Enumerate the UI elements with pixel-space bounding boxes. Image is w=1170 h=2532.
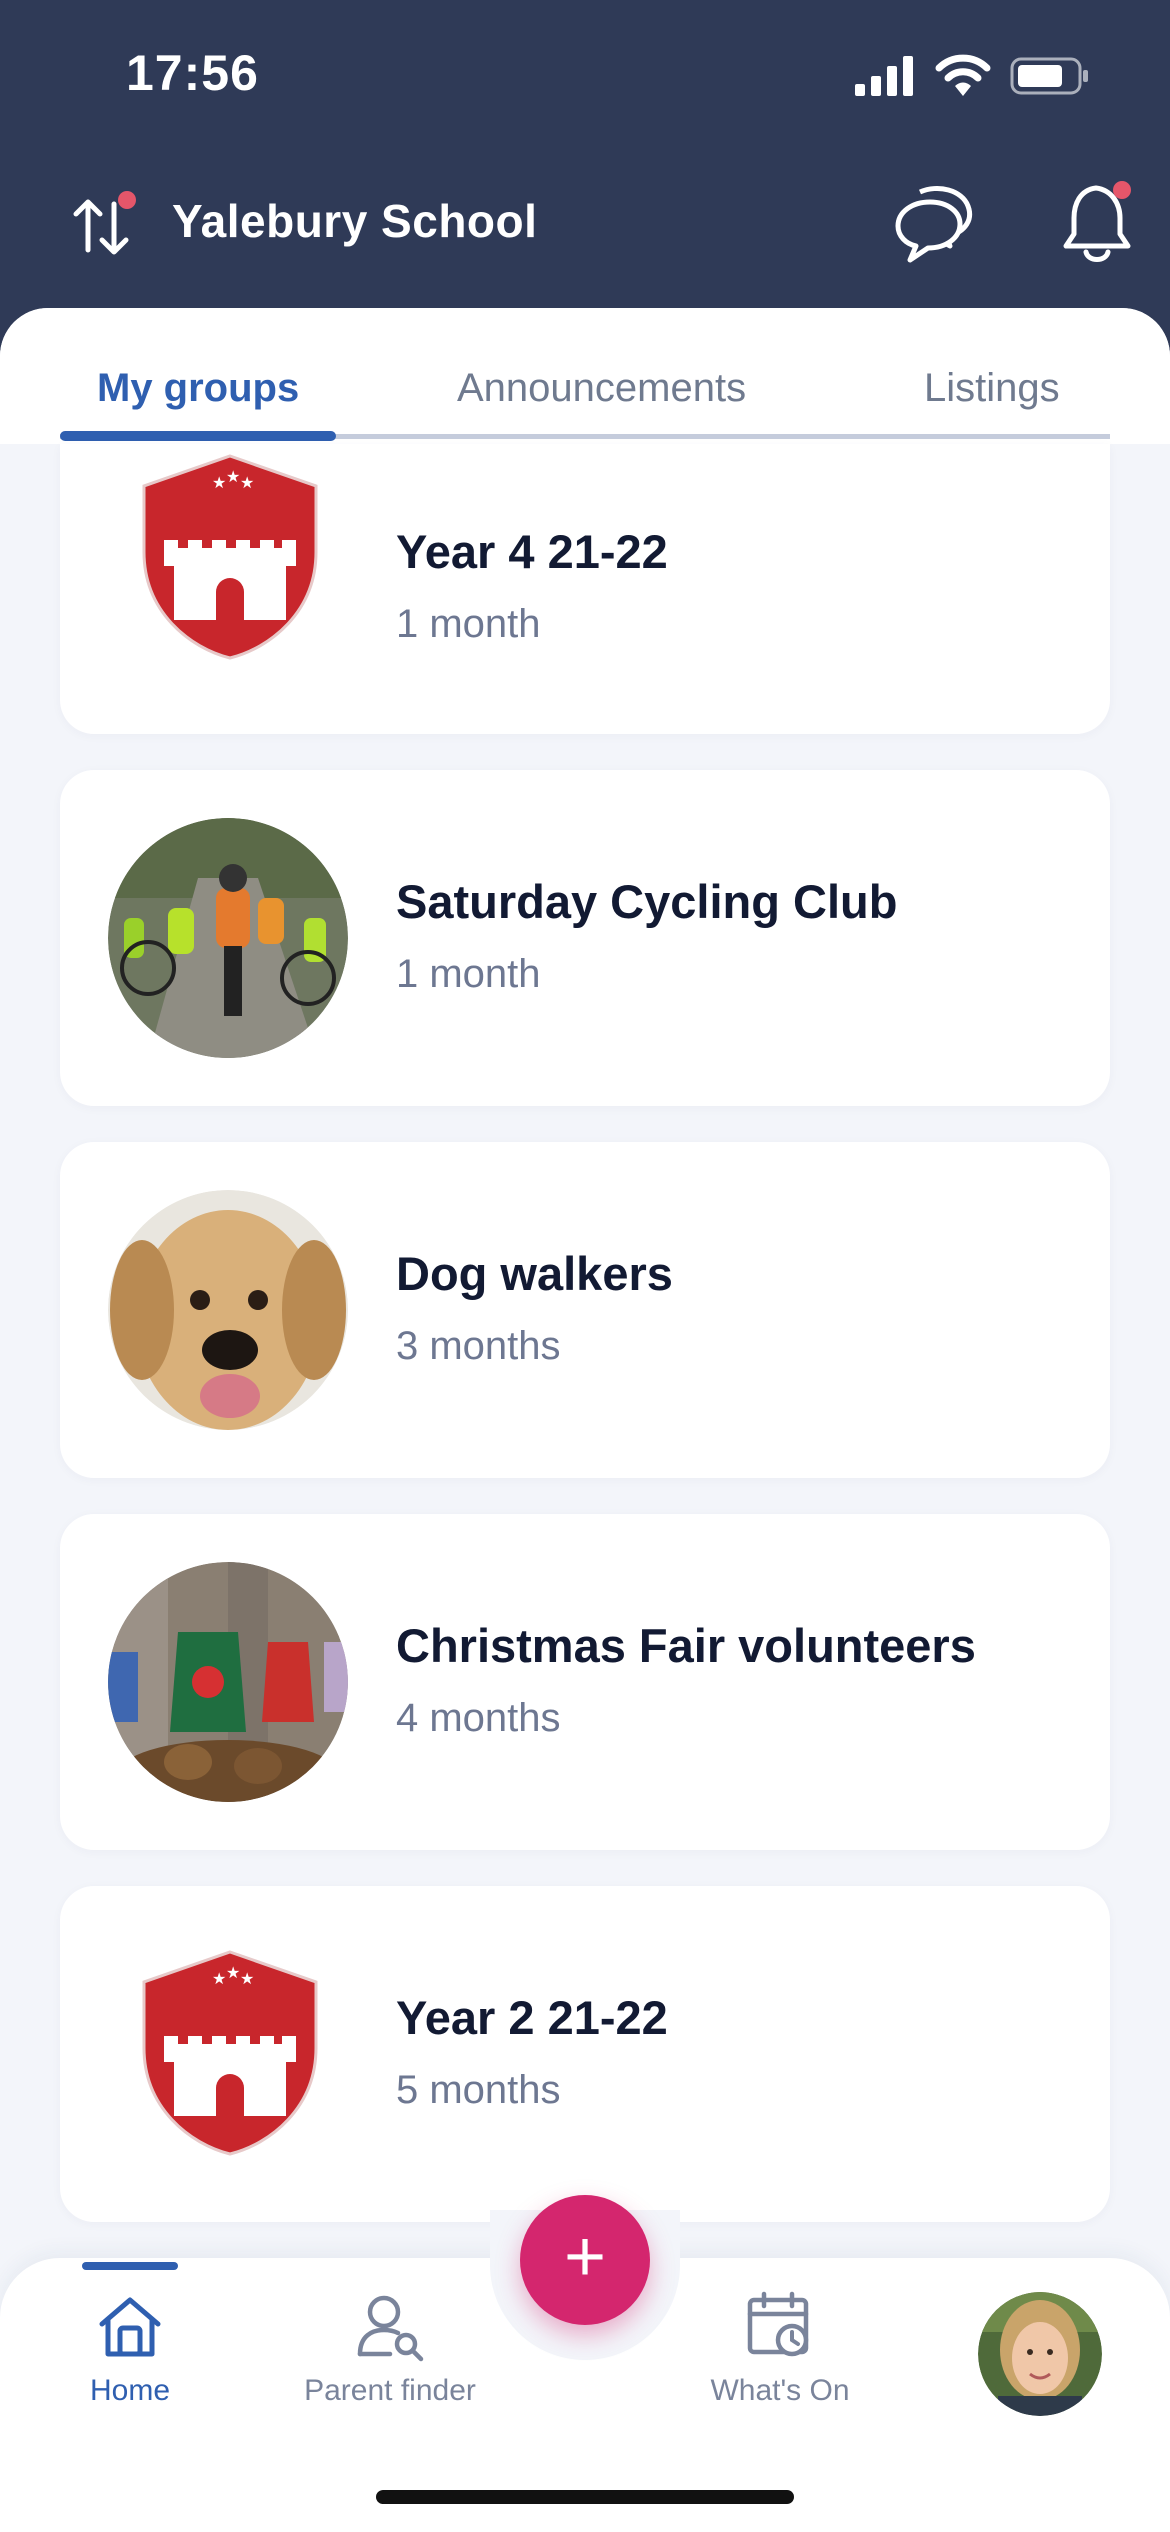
dog-walkers-photo: [108, 1190, 348, 1430]
group-card[interactable]: Christmas Fair volunteers 4 months: [60, 1514, 1110, 1850]
nav-whats-on-label: What's On: [710, 2374, 850, 2407]
chat-icon[interactable]: [890, 182, 980, 266]
group-card[interactable]: Dog walkers 3 months: [60, 1142, 1110, 1478]
group-card[interactable]: ★ ★ ★ Year 2 21-22 5 months: [60, 1886, 1110, 2222]
home-indicator: [376, 2490, 794, 2504]
wifi-icon: [935, 54, 991, 96]
school-crest-icon: ★ ★ ★: [142, 1950, 318, 2156]
status-time: 17:56: [126, 45, 259, 101]
battery-icon: [1010, 57, 1088, 95]
group-name: Year 2 21-22: [396, 1991, 668, 2044]
group-card[interactable]: ★ ★ ★ Year 4 21-22 1 month: [60, 444, 1110, 734]
cycling-club-photo: [108, 818, 348, 1058]
school-crest-icon: ★ ★ ★: [142, 454, 318, 660]
nav-home-label: Home: [89, 2374, 171, 2407]
profile-avatar[interactable]: [978, 2292, 1102, 2416]
tab-listings[interactable]: Listings: [924, 366, 1060, 411]
nav-home[interactable]: Home: [70, 2290, 190, 2408]
group-time: 1 month: [396, 952, 541, 996]
group-time: 3 months: [396, 1324, 561, 1368]
switch-school-icon[interactable]: [70, 190, 140, 260]
nav-parent-finder-label: Parent finder: [304, 2374, 476, 2407]
tab-my-groups[interactable]: My groups: [97, 366, 299, 411]
tab-underline-active: [60, 431, 336, 441]
home-icon: [99, 2297, 161, 2357]
add-button[interactable]: +: [520, 2195, 650, 2325]
svg-text:★: ★: [212, 475, 226, 492]
app-header: Yalebury School: [0, 150, 1170, 310]
parent-finder-icon: [357, 2295, 424, 2362]
group-time: 1 month: [396, 602, 541, 646]
tab-announcements[interactable]: Announcements: [457, 366, 746, 411]
group-name: Year 4 21-22: [396, 525, 668, 578]
nav-active-indicator: [82, 2262, 178, 2270]
svg-text:★: ★: [240, 1971, 254, 1988]
nav-parent-finder[interactable]: Parent finder: [290, 2290, 490, 2408]
group-name: Dog walkers: [396, 1247, 673, 1300]
nav-whats-on[interactable]: What's On: [690, 2290, 870, 2408]
signal-icon: [855, 56, 913, 96]
group-time: 5 months: [396, 2068, 561, 2112]
bell-icon[interactable]: [1058, 180, 1138, 268]
svg-text:★: ★: [212, 1971, 226, 1988]
group-name: Saturday Cycling Club: [396, 875, 898, 928]
calendar-clock-icon: [747, 2291, 809, 2357]
svg-text:★: ★: [240, 475, 254, 492]
group-card[interactable]: Saturday Cycling Club 1 month: [60, 770, 1110, 1106]
christmas-fair-photo: [108, 1562, 348, 1802]
group-name: Christmas Fair volunteers: [396, 1619, 976, 1672]
svg-text:★: ★: [226, 469, 240, 486]
status-bar: 17:56: [0, 0, 1170, 150]
svg-text:★: ★: [226, 1965, 240, 1982]
school-name[interactable]: Yalebury School: [172, 194, 537, 248]
group-time: 4 months: [396, 1696, 561, 1740]
tab-bar: My groups Announcements Listings: [0, 308, 1170, 444]
